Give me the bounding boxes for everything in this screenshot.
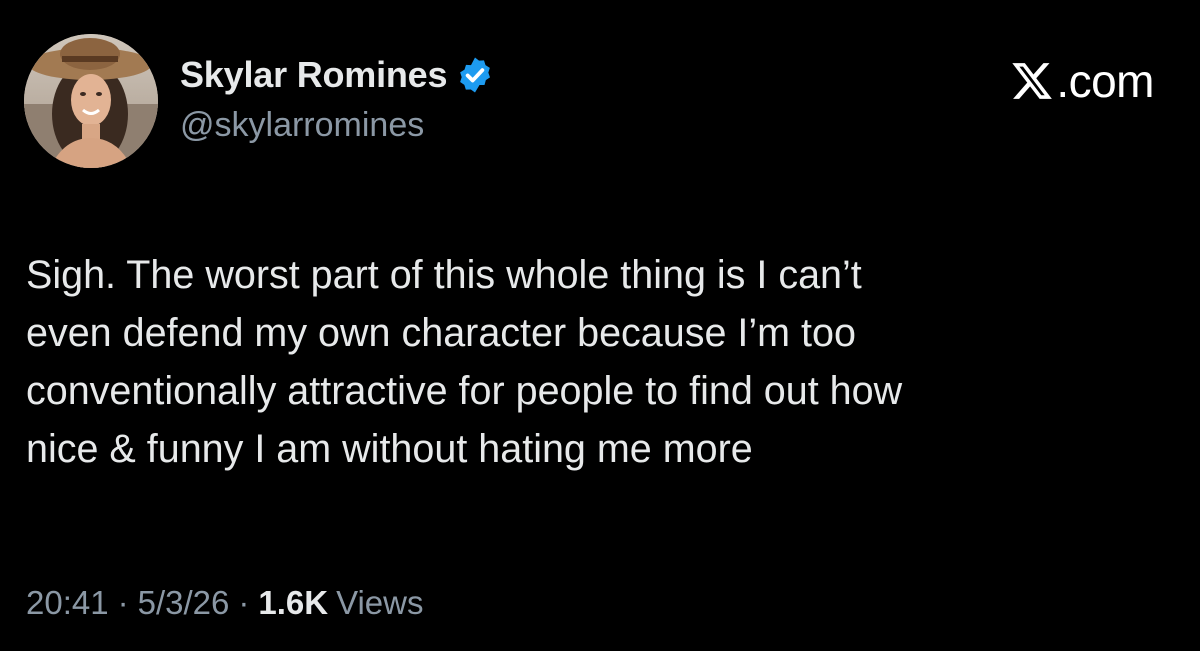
profile-photo <box>24 34 158 168</box>
brand-mark[interactable]: .com <box>1010 54 1154 108</box>
author-handle[interactable]: @skylarromines <box>180 106 424 145</box>
x-logo-icon <box>1010 59 1054 103</box>
tweet-time[interactable]: 20:41 <box>26 584 109 622</box>
meta-separator: · <box>117 584 129 621</box>
tweet-date[interactable]: 5/3/26 <box>138 584 230 622</box>
brand-label: .com <box>1056 55 1154 107</box>
meta-separator: · <box>238 584 250 621</box>
views-count[interactable]: 1.6K <box>258 584 328 622</box>
tweet-meta: 20:41 · 5/3/26 · 1.6K Views <box>26 584 424 622</box>
avatar[interactable] <box>24 34 158 168</box>
author-name-row: Skylar Romines <box>180 54 495 96</box>
author-display-name[interactable]: Skylar Romines <box>180 54 448 96</box>
views-label: Views <box>336 584 424 621</box>
tweet-text: Sigh. The worst part of this whole thing… <box>26 253 903 471</box>
verified-badge-icon[interactable] <box>455 55 495 95</box>
tweet-card: Skylar Romines @skylarromines .com Sigh.… <box>0 0 1200 651</box>
